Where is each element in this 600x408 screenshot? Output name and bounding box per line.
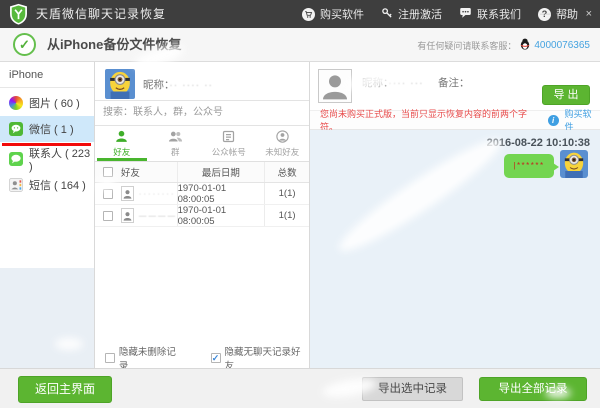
sms-icon: [9, 178, 23, 192]
titlebar-menu: 购买软件 注册激活 联系我们 ? 帮助: [302, 0, 578, 28]
footer: 返回主界面 导出选中记录 导出全部记录: [0, 368, 600, 408]
sidebar-item-photos-label: 图片 ( 60 ): [29, 98, 80, 110]
censor-smudge: [55, 338, 83, 350]
contact-list-header: 昵称：·· ···· ··: [95, 62, 309, 100]
sidebar-item-contacts[interactable]: 联系人 ( 223 ): [0, 146, 94, 173]
total-count: 1(1): [264, 205, 309, 226]
sidebar-device-header: iPhone: [0, 62, 94, 88]
last-date: 1970-01-01 08:00:05: [176, 183, 265, 205]
support-text: 有任何疑问请联系客服：: [417, 40, 517, 51]
sidebar: iPhone 图片 ( 60 ) 微信 ( 1 ) 联系人 ( 223 ) 短信…: [0, 62, 95, 408]
contact-avatar-icon: [120, 186, 134, 201]
table-row[interactable]: — — — — 1970-01-01 08:00:05 1(1): [95, 205, 309, 227]
contact-list-panel: 昵称：·· ···· ·· 搜索：联系人，群，公众号 好友 群 公众帐号 未知好…: [95, 62, 310, 372]
person-circle-icon: [276, 130, 289, 143]
contact-tabs: 好友 群 公众帐号 未知好友: [95, 126, 309, 162]
contact-name: · · · · · · · ·: [138, 189, 174, 198]
tab-public-accounts[interactable]: 公众帐号: [202, 126, 256, 161]
message-bubble: |******: [504, 154, 559, 178]
cart-icon: [302, 7, 315, 21]
minion-avatar: [560, 150, 588, 178]
tab-unknown-friends-label: 未知好友: [265, 147, 300, 157]
window-controls: — □ ×: [540, 0, 592, 28]
back-to-main-button[interactable]: 返回主界面: [18, 376, 112, 403]
contact-us-label: 联系我们: [477, 9, 521, 21]
sidebar-item-wechat-label: 微信 ( 1 ): [29, 124, 74, 136]
wechat-icon: [9, 122, 23, 136]
contacts-icon: [9, 152, 23, 166]
close-button[interactable]: ×: [586, 8, 592, 20]
table-header: 好友 最后日期 总数: [95, 162, 309, 183]
support-info: 有任何疑问请联系客服： 4000076365: [417, 28, 590, 62]
hide-nochat-checkbox[interactable]: [210, 353, 221, 363]
sidebar-item-sms[interactable]: 短信 ( 164 ): [0, 172, 94, 198]
header-last-date: 最后日期: [176, 162, 265, 182]
header-total: 总数: [264, 162, 309, 182]
header-friend: 好友: [120, 168, 140, 179]
qq-icon: [519, 38, 531, 52]
buy-software-menu[interactable]: 购买软件: [302, 6, 364, 22]
tab-public-accounts-label: 公众帐号: [211, 147, 246, 157]
tab-friends-label: 好友: [113, 147, 131, 157]
photos-icon: [9, 96, 23, 110]
person-icon: [116, 130, 128, 142]
nickname-label: 昵称：: [143, 79, 170, 91]
total-count: 1(1): [264, 183, 309, 204]
buy-software-label: 购买软件: [320, 9, 364, 21]
titlebar: 天盾微信聊天记录恢复 购买软件 注册激活 联系我们 ? 帮助 — □ ×: [0, 0, 600, 28]
chat-remark-row: 备注：: [438, 75, 470, 90]
tab-groups[interactable]: 群: [149, 126, 203, 161]
export-button[interactable]: 导 出: [542, 85, 590, 105]
sidebar-item-wechat[interactable]: 微信 ( 1 ): [0, 116, 94, 142]
app-window: 天盾微信聊天记录恢复 购买软件 注册激活 联系我们 ? 帮助 — □ × ✓ 从…: [0, 0, 600, 408]
row-checkbox[interactable]: [102, 210, 113, 221]
tab-friends[interactable]: 好友: [95, 126, 149, 161]
nickname-value: ·· ···· ··: [169, 79, 214, 91]
chat-remark-label: 备注：: [438, 77, 470, 89]
support-qq-number[interactable]: 4000076365: [534, 40, 590, 51]
check-circle-icon: ✓: [13, 33, 36, 56]
last-date: 1970-01-01 08:00:05: [176, 205, 265, 227]
register-activate-label: 注册激活: [398, 9, 442, 21]
contact-avatar-icon: [120, 208, 134, 223]
contact-name: — — — —: [138, 211, 176, 220]
tab-groups-label: 群: [170, 147, 180, 157]
info-icon: i: [547, 114, 559, 126]
export-selected-button[interactable]: 导出选中记录: [362, 377, 463, 401]
shield-logo-icon: [8, 3, 29, 25]
trial-warning-bar: 您尚未购买正式版，当前只显示恢复内容的前两个字符。 i 购买软件: [310, 109, 600, 132]
sidebar-item-contacts-label: 联系人 ( 223 ): [29, 148, 91, 173]
newspaper-icon: [223, 130, 235, 143]
search-input[interactable]: 搜索：联系人，群，公众号: [95, 100, 309, 126]
maximize-button[interactable]: □: [565, 8, 572, 20]
annotation-red-underline: [2, 143, 91, 146]
nickname-row: 昵称：·· ···· ··: [143, 77, 213, 92]
group-icon: [168, 131, 182, 142]
key-icon: [381, 7, 393, 22]
message-timestamp: 2016-08-22 10:10:38: [486, 137, 590, 149]
select-all-checkbox[interactable]: [102, 167, 113, 177]
contact-us-menu[interactable]: 联系我们: [459, 6, 521, 22]
subheader: ✓ 从iPhone备份文件恢复 有任何疑问请联系客服： 4000076365: [0, 28, 600, 62]
minimize-button[interactable]: —: [540, 8, 551, 20]
sidebar-item-sms-label: 短信 ( 164 ): [29, 180, 86, 192]
chat-panel: 昵称：···· ··· 备注： 导 出 您尚未购买正式版，当前只显示恢复内容的前…: [310, 62, 600, 368]
minion-avatar: [105, 69, 135, 99]
export-all-button[interactable]: 导出全部记录: [479, 377, 587, 401]
censor-smudge: [545, 388, 571, 398]
sidebar-item-photos[interactable]: 图片 ( 60 ): [0, 90, 94, 116]
table-row[interactable]: · · · · · · · · 1970-01-01 08:00:05 1(1): [95, 183, 309, 205]
tab-unknown-friends[interactable]: 未知好友: [256, 126, 310, 161]
chat-icon: [459, 6, 472, 22]
hide-undeleted-checkbox[interactable]: [105, 353, 115, 363]
window-title: 天盾微信聊天记录恢复: [36, 7, 167, 21]
register-activate-menu[interactable]: 注册激活: [381, 6, 442, 22]
